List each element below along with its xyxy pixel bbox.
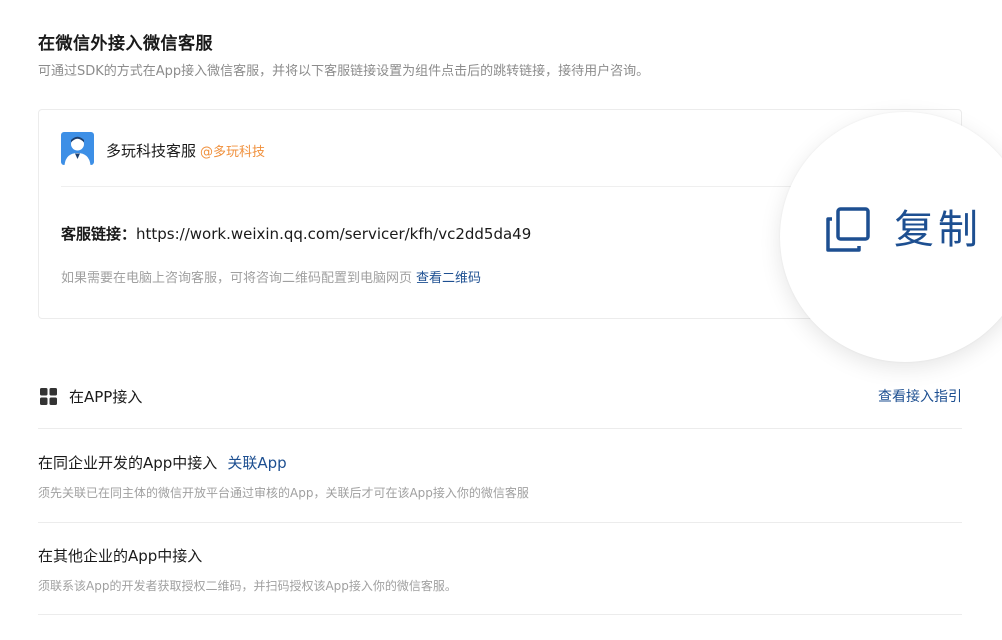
divider (38, 614, 962, 615)
view-guide-link[interactable]: 查看接入指引 (878, 386, 962, 406)
kf-name: 多玩科技客服 @多玩科技 (106, 140, 265, 161)
link-app-link[interactable]: 关联App (227, 454, 286, 472)
row-other-enterprise-title: 在其他企业的App中接入 (38, 547, 203, 565)
section-subtitle: 可通过SDK的方式在App接入微信客服，并将以下客服链接设置为组件点击后的跳转链… (38, 64, 650, 79)
row-same-enterprise-desc: 须先关联已在同主体的微信开放平台通过审核的App，关联后才可在该App接入你的微… (38, 486, 529, 500)
kf-link-row: 客服链接：https://work.weixin.qq.com/servicer… (61, 223, 531, 244)
grid-icon (40, 388, 57, 405)
kf-hint: 如果需要在电脑上咨询客服，可将咨询二维码配置到电脑网页 查看二维码 (61, 267, 481, 286)
copy-icon (826, 207, 870, 252)
row-same-enterprise-label: 在同企业开发的App中接入 (38, 454, 218, 472)
app-section-title: 在APP接入 (69, 388, 143, 406)
kf-link-label: 客服链接： (61, 225, 137, 243)
view-qr-link[interactable]: 查看二维码 (416, 271, 481, 286)
kf-link-url[interactable]: https://work.weixin.qq.com/servicer/kfh/… (136, 225, 531, 243)
divider (38, 428, 962, 429)
row-same-enterprise-title: 在同企业开发的App中接入 关联App (38, 452, 287, 473)
kf-hint-text: 如果需要在电脑上咨询客服，可将咨询二维码配置到电脑网页 (61, 271, 413, 286)
row-other-enterprise-desc: 须联系该App的开发者获取授权二维码，并扫码授权该App接入你的微信客服。 (38, 579, 457, 593)
copy-label: 复制 (894, 207, 982, 253)
app-section-header: 在APP接入 查看接入指引 (38, 383, 962, 409)
kf-org-label: @多玩科技 (200, 145, 266, 160)
divider (38, 522, 962, 523)
kf-name-label: 多玩科技客服 (106, 142, 197, 160)
section-title: 在微信外接入微信客服 (38, 34, 213, 54)
person-avatar-icon (61, 132, 94, 165)
